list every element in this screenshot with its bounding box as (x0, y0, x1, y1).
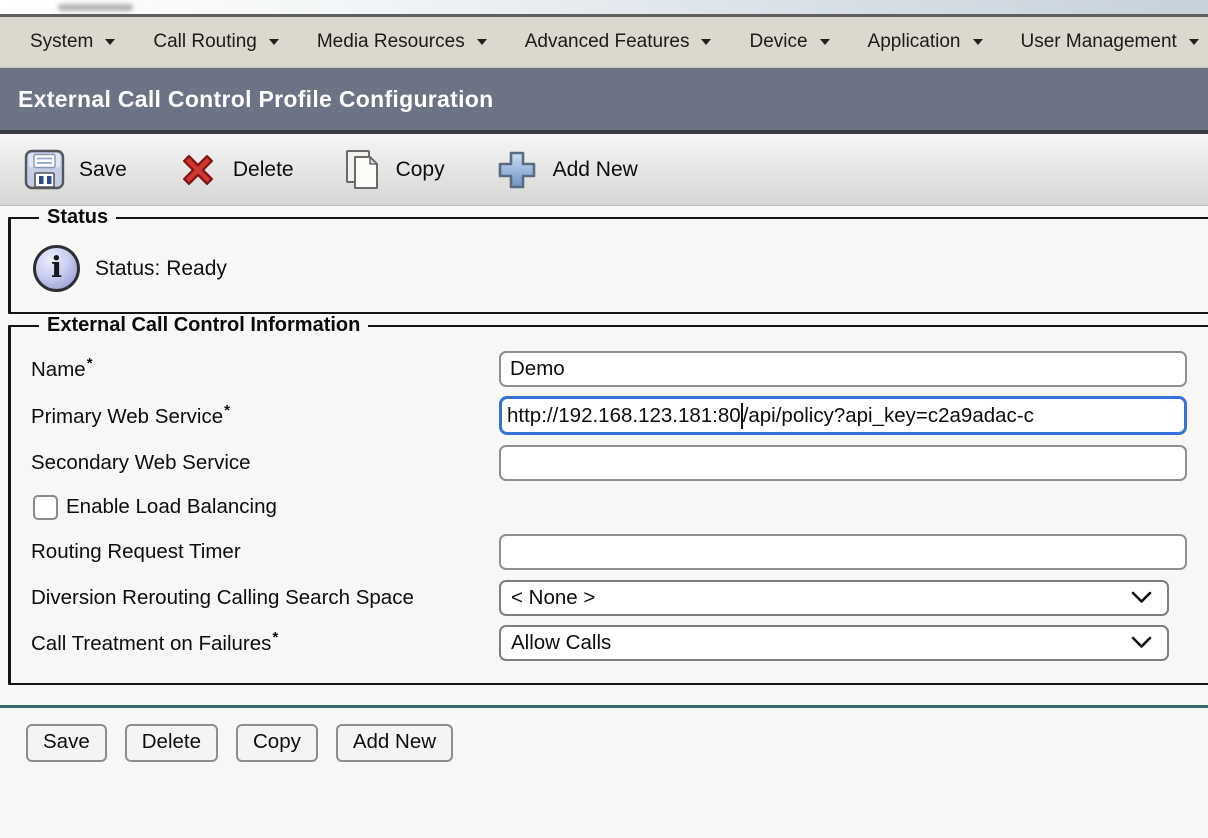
info-icon (33, 245, 80, 292)
delete-button-bottom[interactable]: Delete (125, 724, 218, 762)
required-asterisk: * (272, 629, 278, 646)
status-message: Status: Ready (95, 257, 227, 281)
menu-item-advanced-features[interactable]: Advanced Features (525, 31, 712, 53)
menu-item-label: Device (749, 31, 807, 53)
chevron-down-icon (1131, 636, 1152, 649)
enable-load-balancing-checkbox[interactable] (33, 495, 58, 520)
document-copy-icon (344, 148, 382, 192)
chevron-down-icon (820, 39, 830, 45)
diversion-rerouting-css-row: Diversion Rerouting Calling Search Space… (31, 575, 1208, 620)
chevron-down-icon (477, 39, 487, 45)
save-button-toolbar[interactable]: Save (24, 149, 127, 190)
browser-top-strip (0, 0, 1208, 14)
save-button-bottom[interactable]: Save (26, 724, 107, 762)
field-label-text: Name (31, 358, 86, 381)
blue-plus-add-icon (495, 148, 539, 192)
menu-item-label: Media Resources (317, 31, 465, 53)
chevron-down-icon (105, 39, 115, 45)
primary-web-service-label: Primary Web Service* (31, 402, 499, 429)
footer-button-bar: Save Delete Copy Add New (26, 724, 1208, 762)
menu-item-application[interactable]: Application (868, 31, 983, 53)
primary-web-service-input[interactable]: http://192.168.123.181:80 /api/policy?ap… (499, 396, 1187, 435)
chevron-down-icon (1131, 591, 1152, 604)
diversion-rerouting-css-label: Diversion Rerouting Calling Search Space (31, 586, 499, 610)
name-input[interactable] (499, 351, 1187, 387)
call-treatment-on-failures-select[interactable]: Allow Calls (499, 625, 1169, 661)
input-text-before-caret: http://192.168.123.181:80 (507, 404, 741, 428)
floppy-disk-save-icon (24, 149, 65, 190)
name-row: Name* (31, 345, 1208, 392)
checkbox-label: Enable Load Balancing (66, 495, 277, 519)
secondary-web-service-label: Secondary Web Service (31, 451, 499, 475)
call-treatment-on-failures-label: Call Treatment on Failures* (31, 629, 499, 656)
toolbar-button-label: Save (79, 158, 127, 182)
form-legend: External Call Control Information (39, 314, 368, 337)
diversion-rerouting-css-select[interactable]: < None > (499, 580, 1169, 616)
field-label-text: Primary Web Service (31, 405, 223, 428)
toolbar-button-label: Add New (553, 158, 638, 182)
routing-request-timer-input[interactable] (499, 534, 1187, 570)
menu-item-call-routing[interactable]: Call Routing (153, 31, 279, 53)
status-section: Status Status: Ready (8, 206, 1208, 314)
input-text-after-caret: /api/policy?api_key=c2a9adac-c (743, 404, 1034, 428)
routing-request-timer-row: Routing Request Timer (31, 528, 1208, 575)
menu-item-label: Call Routing (153, 31, 257, 53)
field-label-text: Secondary Web Service (31, 451, 251, 474)
enable-load-balancing-row: Enable Load Balancing (31, 486, 1208, 528)
call-treatment-on-failures-row: Call Treatment on Failures* Allow Calls (31, 620, 1208, 665)
field-label-text: Call Treatment on Failures (31, 632, 271, 655)
menu-item-label: User Management (1021, 31, 1177, 53)
selected-option-label: < None > (511, 586, 595, 610)
name-label: Name* (31, 355, 499, 382)
page-title: External Call Control Profile Configurat… (18, 86, 493, 113)
chevron-down-icon (269, 39, 279, 45)
page-header: External Call Control Profile Configurat… (0, 68, 1208, 134)
delete-button-toolbar[interactable]: Delete (177, 149, 294, 191)
field-label-text: Routing Request Timer (31, 540, 241, 563)
copy-button-toolbar[interactable]: Copy (344, 148, 445, 192)
status-legend: Status (39, 206, 116, 229)
menu-item-label: Application (868, 31, 961, 53)
toolbar-button-label: Copy (396, 158, 445, 182)
red-x-delete-icon (177, 149, 219, 191)
external-call-control-section: External Call Control Information Name* … (8, 314, 1208, 685)
primary-web-service-row: Primary Web Service* http://192.168.123.… (31, 392, 1208, 439)
routing-request-timer-label: Routing Request Timer (31, 540, 499, 564)
status-row: Status: Ready (31, 237, 1208, 294)
chevron-down-icon (1189, 39, 1199, 45)
secondary-web-service-input[interactable] (499, 445, 1187, 481)
menu-item-user-management[interactable]: User Management (1021, 31, 1199, 53)
menu-item-media-resources[interactable]: Media Resources (317, 31, 487, 53)
required-asterisk: * (87, 355, 93, 372)
add-new-button-bottom[interactable]: Add New (336, 724, 453, 762)
main-menubar: System Call Routing Media Resources Adva… (0, 17, 1208, 68)
selected-option-label: Allow Calls (511, 631, 611, 655)
copy-button-bottom[interactable]: Copy (236, 724, 318, 762)
menu-item-label: Advanced Features (525, 31, 690, 53)
top-strip-smudge (58, 4, 133, 11)
menu-item-label: System (30, 31, 93, 53)
chevron-down-icon (973, 39, 983, 45)
field-label-text: Diversion Rerouting Calling Search Space (31, 586, 414, 609)
required-asterisk: * (224, 402, 230, 419)
toolbar-button-label: Delete (233, 158, 294, 182)
chevron-down-icon (701, 39, 711, 45)
secondary-web-service-row: Secondary Web Service (31, 439, 1208, 486)
icon-toolbar: Save Delete Copy (0, 134, 1208, 206)
footer-divider-rule (0, 705, 1208, 708)
menu-item-device[interactable]: Device (749, 31, 829, 53)
menu-item-system[interactable]: System (30, 31, 115, 53)
add-new-button-toolbar[interactable]: Add New (495, 148, 638, 192)
